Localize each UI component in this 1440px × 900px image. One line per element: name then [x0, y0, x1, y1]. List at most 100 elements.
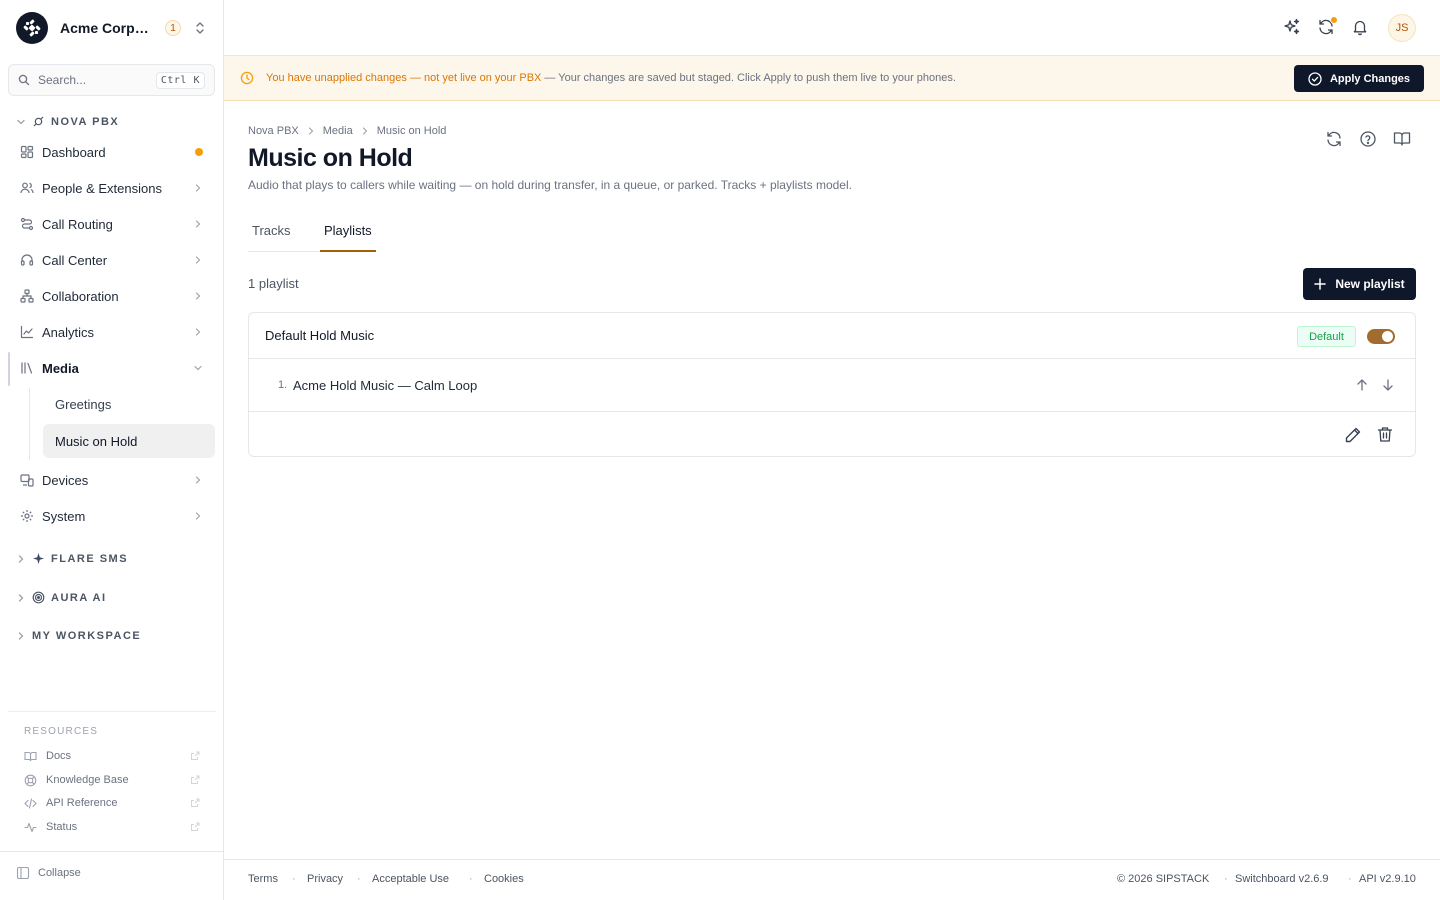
footer-separator: · [469, 873, 473, 885]
sidebar-item-analytics[interactable]: Analytics [8, 315, 215, 349]
collapse-label: Collapse [38, 867, 81, 879]
routing-icon [20, 217, 34, 231]
apply-changes-button[interactable]: Apply Changes [1294, 65, 1424, 92]
section-aura-ai[interactable]: AURA AI [16, 591, 107, 604]
sidebar-item-label: Collaboration [42, 288, 119, 304]
playlist-name: Default Hold Music [265, 328, 375, 343]
chevron-right-icon [193, 291, 203, 301]
chevron-right-icon [16, 593, 26, 603]
breadcrumb-link[interactable]: Nova PBX [248, 125, 299, 137]
breadcrumb-link[interactable]: Media [323, 125, 353, 137]
org-count-badge: 1 [165, 20, 181, 36]
user-avatar[interactable]: JS [1388, 14, 1416, 42]
tab-playlists[interactable]: Playlists [320, 210, 376, 252]
sparkle-icon [32, 552, 45, 565]
bell-icon[interactable] [1351, 18, 1369, 36]
sidebar-item-label: Dashboard [42, 144, 106, 160]
chevrons-up-down-icon[interactable] [193, 21, 207, 35]
sidebar-subitem-music-on-hold[interactable]: Music on Hold [43, 424, 215, 458]
refresh-icon[interactable] [1325, 130, 1343, 148]
section-my-workspace[interactable]: MY WORKSPACE [16, 630, 141, 642]
chevron-down-icon [193, 363, 203, 373]
footer-copyright: © 2026 SIPSTACK [1117, 873, 1210, 885]
sidebar-item-call-center[interactable]: Call Center [8, 243, 215, 277]
footer-link-acceptable-use[interactable]: Acceptable Use [372, 873, 449, 885]
external-link-icon [190, 822, 200, 832]
playlist-card-header: Default Hold Music Default [249, 313, 1415, 359]
activity-icon [24, 821, 38, 834]
section-label: NOVA PBX [51, 115, 120, 128]
search-input[interactable]: Search... Ctrl K [8, 64, 215, 96]
footer-link-privacy[interactable]: Privacy [307, 873, 343, 885]
divider [8, 711, 216, 712]
track-number: 1. [278, 379, 288, 391]
chevron-right-icon [193, 219, 203, 229]
playlist-count: 1 playlist [248, 276, 299, 291]
sidebar-item-devices[interactable]: Devices [8, 463, 215, 497]
chevron-right-icon [193, 255, 203, 265]
section-flare-sms[interactable]: FLARE SMS [16, 552, 128, 565]
section-nova-pbx[interactable]: NOVA PBX [16, 115, 119, 128]
resource-knowledge-base[interactable]: Knowledge Base [24, 770, 200, 790]
playlist-enabled-toggle[interactable] [1367, 329, 1395, 344]
chevron-right-icon [193, 327, 203, 337]
chevron-right-icon [361, 127, 369, 135]
cog-icon [20, 509, 34, 523]
code-icon [24, 797, 38, 810]
sidebar-item-media[interactable]: Media [8, 351, 215, 385]
sidebar-item-call-routing[interactable]: Call Routing [8, 207, 215, 241]
aura-icon [32, 591, 45, 604]
headset-icon [20, 253, 34, 267]
sidebar-subitem-greetings[interactable]: Greetings [43, 387, 215, 421]
sidebar-subitem-label: Greetings [55, 396, 112, 412]
sidebar-subitem-label: Music on Hold [55, 433, 138, 449]
chevron-right-icon [193, 511, 203, 521]
pencil-icon[interactable] [1344, 426, 1362, 444]
sidebar: Acme Corporation 1 Search... Ctrl K NOVA… [0, 0, 224, 900]
playlist-track-row: 1. Acme Hold Music — Calm Loop [249, 359, 1415, 412]
book-icon [24, 750, 38, 763]
external-link-icon [190, 798, 200, 808]
chevron-right-icon [16, 631, 26, 641]
sidebar-item-people-extensions[interactable]: People & Extensions [8, 171, 215, 205]
sidebar-item-label: System [42, 508, 86, 524]
resource-docs[interactable]: Docs [24, 746, 200, 766]
trash-icon[interactable] [1377, 426, 1393, 443]
resource-status[interactable]: Status [24, 817, 200, 837]
section-label: FLARE SMS [51, 552, 129, 565]
help-circle-icon[interactable] [1359, 130, 1377, 148]
search-placeholder: Search... [38, 73, 87, 87]
org-switcher[interactable]: Acme Corporation 1 [16, 12, 216, 44]
users-icon [20, 181, 34, 195]
sidebar-item-collaboration[interactable]: Collaboration [8, 279, 215, 313]
sidebar-item-label: People & Extensions [42, 180, 162, 196]
new-playlist-button[interactable]: New playlist [1303, 268, 1416, 300]
resource-label: Knowledge Base [46, 774, 129, 786]
arrow-down-icon[interactable] [1381, 378, 1395, 392]
banner-headline: You have unapplied changes — not yet liv… [266, 72, 542, 84]
plus-icon [1314, 278, 1335, 290]
resource-api-reference[interactable]: API Reference [24, 793, 200, 813]
footer-separator: · [357, 873, 361, 885]
dashboard-icon [20, 145, 34, 159]
footer-link-terms[interactable]: Terms [248, 873, 278, 885]
chart-line-icon [20, 325, 34, 339]
resource-label: API Reference [46, 797, 118, 809]
page-title: Music on Hold [248, 144, 413, 172]
playlist-card: Default Hold Music Default 1. Acme Hold … [248, 312, 1416, 457]
arrow-up-icon[interactable] [1355, 378, 1369, 392]
footer-link-cookies[interactable]: Cookies [484, 873, 524, 885]
sidebar-item-system[interactable]: System [8, 499, 215, 533]
sparkles-icon[interactable] [1283, 18, 1301, 36]
status-dot [195, 148, 203, 156]
org-name: Acme Corporation [60, 20, 152, 36]
sidebar-item-dashboard[interactable]: Dashboard [8, 135, 215, 169]
book-open-icon[interactable] [1393, 130, 1411, 148]
org-logo [16, 12, 48, 44]
tab-label: Playlists [324, 222, 372, 238]
tab-tracks[interactable]: Tracks [252, 210, 291, 251]
unapplied-changes-banner: You have unapplied changes — not yet liv… [224, 56, 1440, 101]
track-name: Acme Hold Music — Calm Loop [293, 377, 478, 393]
collapse-sidebar-button[interactable]: Collapse [16, 866, 81, 880]
breadcrumb-current: Music on Hold [376, 125, 447, 137]
